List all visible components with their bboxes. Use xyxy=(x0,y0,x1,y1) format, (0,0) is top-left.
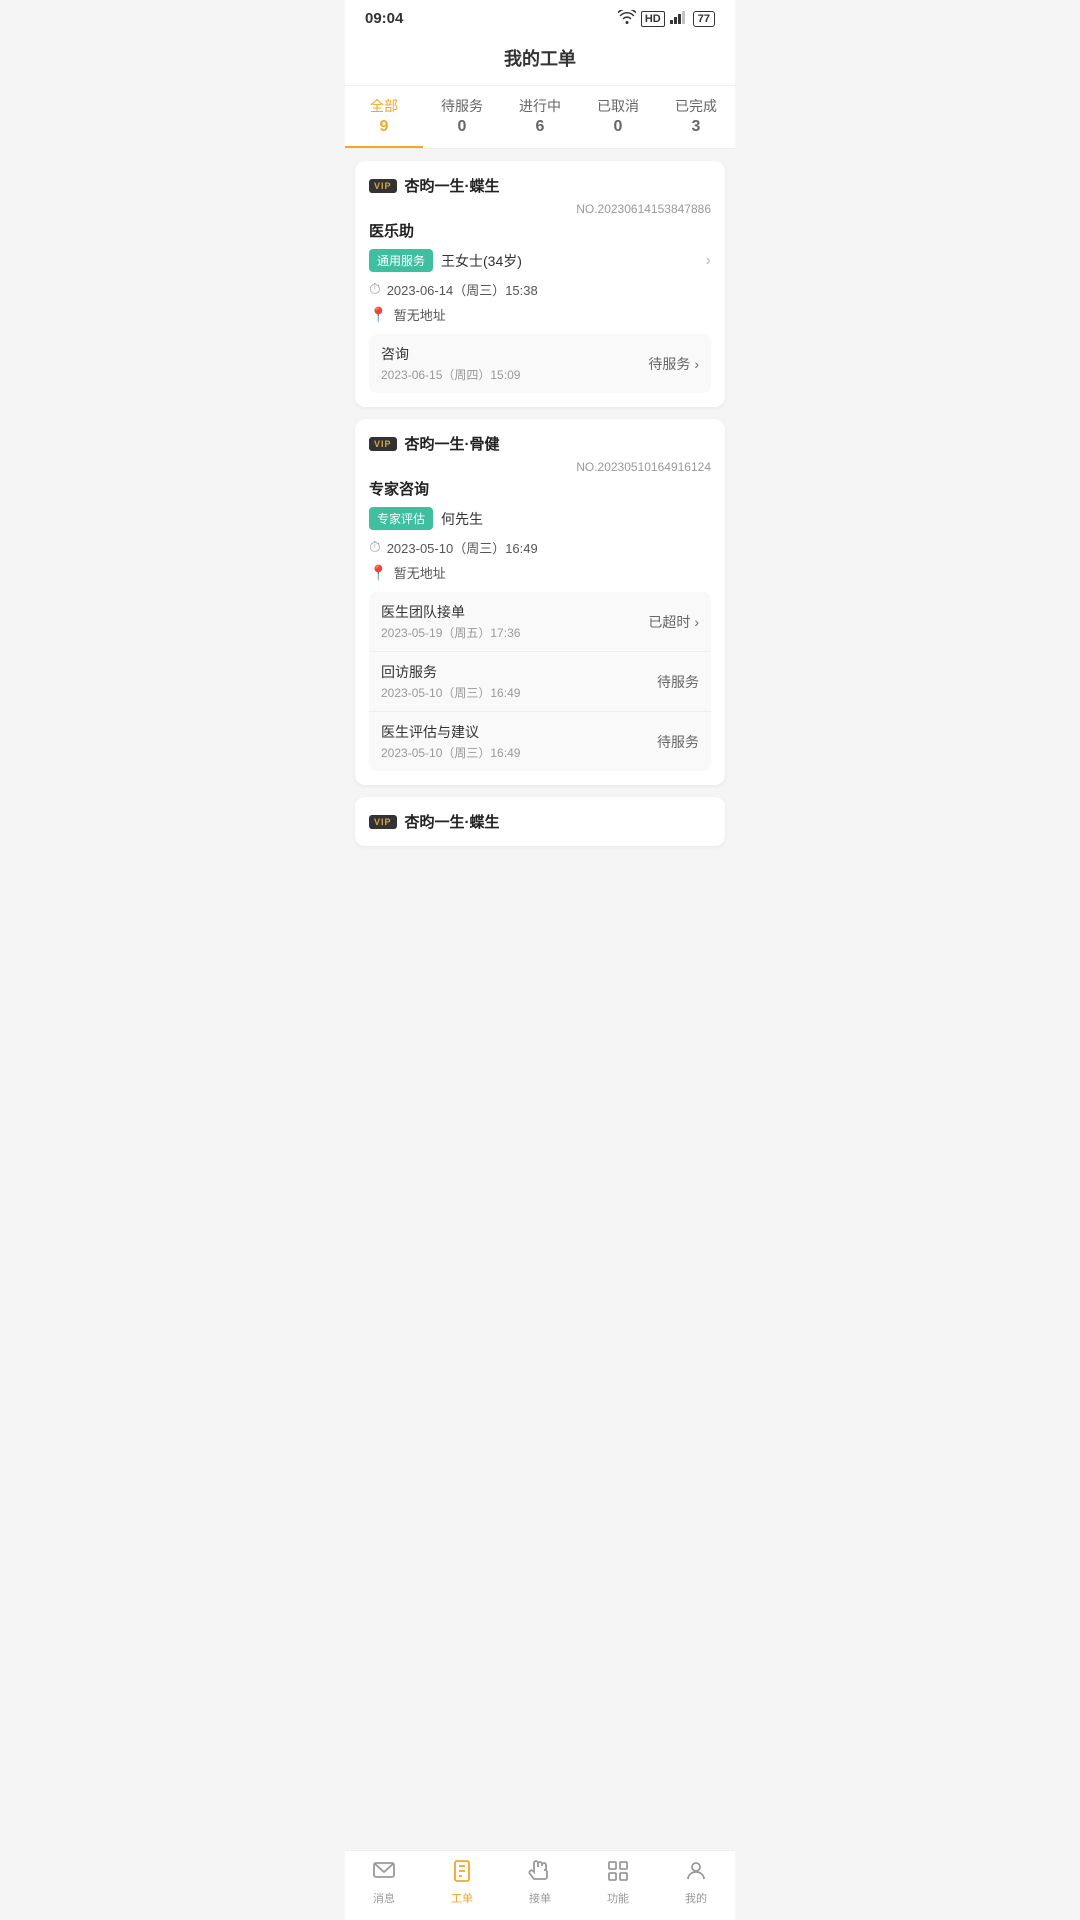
sub-status-1-1: 待服务 xyxy=(657,672,699,692)
tab-all[interactable]: 全部 9 xyxy=(345,96,423,148)
nav-mine-label: 我的 xyxy=(685,1890,707,1906)
card-header-0: VIP 杏昀一生·蝶生 xyxy=(369,175,711,196)
card-header-1: VIP 杏昀一生·骨健 xyxy=(369,433,711,454)
nav-mine[interactable]: 我的 xyxy=(657,1859,735,1906)
order-no-1: NO.20230510164916124 xyxy=(369,460,711,474)
service-tag-1: 专家评估 xyxy=(369,507,433,530)
workorder-card-2[interactable]: VIP 杏昀一生·蝶生 xyxy=(355,797,725,846)
chevron-icon-0: › xyxy=(706,252,711,270)
tab-completed[interactable]: 已完成 3 xyxy=(657,96,735,148)
nav-workorder[interactable]: 工单 xyxy=(423,1859,501,1906)
status-icons: HD 77 xyxy=(618,10,715,27)
vip-badge-2: VIP xyxy=(369,815,397,829)
order-no-0: NO.20230614153847886 xyxy=(369,202,711,216)
sub-status-1-2: 待服务 xyxy=(657,732,699,752)
sub-item-1-0[interactable]: 医生团队接单 2023-05-19（周五）17:36 已超时 › xyxy=(369,592,711,652)
location-icon-1: 📍 xyxy=(369,564,388,582)
clock-icon-0: ⏱ xyxy=(369,281,381,298)
sub-items-1: 医生团队接单 2023-05-19（周五）17:36 已超时 › 回访服务 20… xyxy=(369,592,711,771)
card-list: VIP 杏昀一生·蝶生 NO.20230614153847886 医乐助 通用服… xyxy=(345,149,735,926)
service-name-0: 医乐助 xyxy=(369,220,711,241)
battery-icon: 77 xyxy=(693,11,715,27)
address-row-1: 📍 暂无地址 xyxy=(369,563,711,582)
address-1: 暂无地址 xyxy=(394,563,446,582)
tab-inprogress[interactable]: 进行中 6 xyxy=(501,96,579,148)
status-bar: 09:04 HD 77 xyxy=(345,0,735,33)
workorder-card-0[interactable]: VIP 杏昀一生·蝶生 NO.20230614153847886 医乐助 通用服… xyxy=(355,161,725,407)
datetime-row-0: ⏱ 2023-06-14（周三）15:38 xyxy=(369,280,711,299)
sub-status-1-0: 已超时 xyxy=(648,612,690,632)
card-brand-1: 杏昀一生·骨健 xyxy=(405,433,500,454)
workorder-card-1[interactable]: VIP 杏昀一生·骨健 NO.20230510164916124 专家咨询 专家… xyxy=(355,419,725,785)
bottom-nav: 消息 工单 接单 功能 xyxy=(345,1850,735,1920)
sub-item-0-0[interactable]: 咨询 2023-06-15（周四）15:09 待服务 › xyxy=(369,334,711,393)
wifi-icon xyxy=(618,10,636,27)
service-name-1: 专家咨询 xyxy=(369,478,711,499)
sub-items-0: 咨询 2023-06-15（周四）15:09 待服务 › xyxy=(369,334,711,393)
clock-icon-1: ⏱ xyxy=(369,539,381,556)
service-type-row-1[interactable]: 专家评估 何先生 xyxy=(369,507,711,530)
patient-name-0: 王女士(34岁) xyxy=(441,251,522,271)
message-icon xyxy=(372,1859,396,1887)
tab-pending[interactable]: 待服务 0 xyxy=(423,96,501,148)
accept-icon xyxy=(528,1859,552,1887)
location-icon-0: 📍 xyxy=(369,306,388,324)
sub-chevron-1-0: › xyxy=(694,614,699,630)
mine-icon xyxy=(684,1859,708,1887)
tab-bar: 全部 9 待服务 0 进行中 6 已取消 0 已完成 3 xyxy=(345,86,735,149)
status-time: 09:04 xyxy=(365,10,403,27)
datetime-1: 2023-05-10（周三）16:49 xyxy=(387,538,538,557)
card-header-2: VIP 杏昀一生·蝶生 xyxy=(369,811,711,832)
service-tag-0: 通用服务 xyxy=(369,249,433,272)
nav-function[interactable]: 功能 xyxy=(579,1859,657,1906)
vip-badge-1: VIP xyxy=(369,437,397,451)
datetime-0: 2023-06-14（周三）15:38 xyxy=(387,280,538,299)
page-title: 我的工单 xyxy=(345,33,735,86)
card-brand-2: 杏昀一生·蝶生 xyxy=(405,811,500,832)
vip-badge-0: VIP xyxy=(369,179,397,193)
patient-name-1: 何先生 xyxy=(441,509,483,529)
nav-message-label: 消息 xyxy=(373,1890,395,1906)
sub-item-1-2[interactable]: 医生评估与建议 2023-05-10（周三）16:49 待服务 xyxy=(369,712,711,771)
sub-status-0-0: 待服务 xyxy=(648,354,690,374)
sub-item-1-1[interactable]: 回访服务 2023-05-10（周三）16:49 待服务 xyxy=(369,652,711,712)
nav-function-label: 功能 xyxy=(607,1890,629,1906)
address-0: 暂无地址 xyxy=(394,305,446,324)
signal-icon xyxy=(670,10,688,27)
hd-icon: HD xyxy=(641,11,665,27)
service-type-row-0[interactable]: 通用服务 王女士(34岁) › xyxy=(369,249,711,272)
function-icon xyxy=(606,1859,630,1887)
tab-cancelled[interactable]: 已取消 0 xyxy=(579,96,657,148)
address-row-0: 📍 暂无地址 xyxy=(369,305,711,324)
nav-accept[interactable]: 接单 xyxy=(501,1859,579,1906)
workorder-icon xyxy=(450,1859,474,1887)
nav-message[interactable]: 消息 xyxy=(345,1859,423,1906)
nav-workorder-label: 工单 xyxy=(451,1890,473,1906)
sub-chevron-0-0: › xyxy=(694,356,699,372)
datetime-row-1: ⏱ 2023-05-10（周三）16:49 xyxy=(369,538,711,557)
card-brand-0: 杏昀一生·蝶生 xyxy=(405,175,500,196)
nav-accept-label: 接单 xyxy=(529,1890,551,1906)
